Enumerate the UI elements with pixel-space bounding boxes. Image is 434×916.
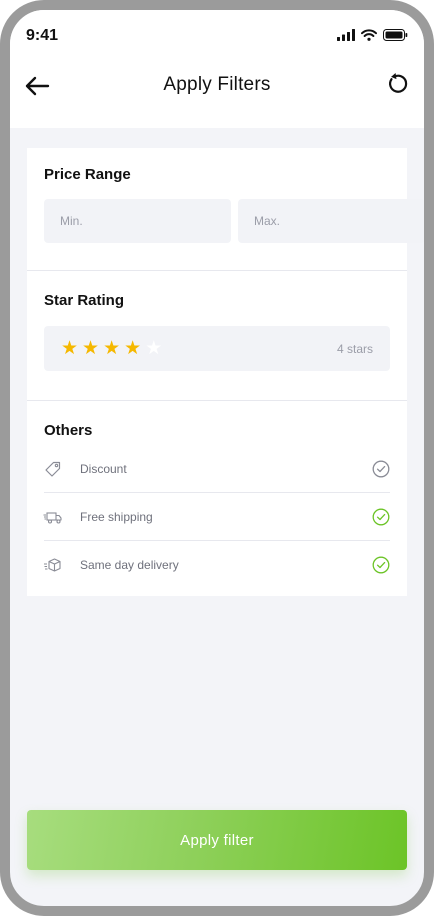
star-icon-1[interactable]: ★ bbox=[61, 339, 78, 358]
star-rating-section: Star Rating ★ ★ ★ ★ ★ 4 stars bbox=[27, 270, 407, 400]
star-icon-2[interactable]: ★ bbox=[82, 339, 99, 358]
star-rating-title: Star Rating bbox=[44, 292, 125, 309]
others-title: Others bbox=[44, 422, 93, 439]
status-icons bbox=[337, 29, 408, 41]
check-circle-icon[interactable] bbox=[372, 508, 390, 526]
check-circle-icon[interactable] bbox=[372, 556, 390, 574]
star-icon-3[interactable]: ★ bbox=[103, 339, 120, 358]
star-icon-5[interactable]: ★ bbox=[145, 339, 162, 358]
price-inputs bbox=[44, 199, 424, 243]
option-same-day-delivery[interactable]: Same day delivery bbox=[44, 541, 390, 588]
others-section: Others Discount Free shipping Same day d… bbox=[27, 400, 407, 596]
box-icon bbox=[44, 557, 61, 572]
reset-button[interactable] bbox=[384, 72, 408, 96]
star-list: ★ ★ ★ ★ ★ bbox=[61, 339, 162, 358]
wifi-icon bbox=[361, 29, 377, 41]
truck-icon bbox=[43, 511, 62, 524]
tag-icon bbox=[45, 461, 61, 477]
option-label: Free shipping bbox=[80, 509, 153, 524]
option-discount[interactable]: Discount bbox=[44, 445, 390, 493]
signal-icon bbox=[337, 29, 355, 41]
option-free-shipping[interactable]: Free shipping bbox=[43, 493, 390, 541]
battery-icon bbox=[383, 29, 408, 41]
apply-filter-button[interactable]: Apply filter bbox=[27, 810, 407, 870]
others-options: Discount Free shipping Same day delivery bbox=[43, 445, 390, 588]
status-time: 9:41 bbox=[26, 27, 59, 44]
star-icon-4[interactable]: ★ bbox=[124, 339, 141, 358]
rating-label: 4 stars bbox=[336, 341, 373, 356]
star-rating-control: ★ ★ ★ ★ ★ 4 stars bbox=[44, 326, 390, 371]
price-range-title: Price Range bbox=[44, 166, 131, 183]
price-range-section: Price Range bbox=[27, 148, 424, 270]
option-label: Same day delivery bbox=[80, 557, 179, 572]
max-price-input[interactable] bbox=[238, 199, 424, 243]
page-title: Apply Filters bbox=[163, 74, 271, 95]
top-bar: 9:41 Apply Filters bbox=[10, 10, 424, 128]
refresh-icon bbox=[389, 73, 408, 93]
check-circle-icon[interactable] bbox=[372, 460, 390, 478]
min-price-input[interactable] bbox=[44, 199, 231, 243]
filter-card: Price Range Star Rating ★ ★ ★ ★ ★ 4 star… bbox=[27, 148, 424, 596]
option-label: Discount bbox=[80, 461, 127, 476]
phone-frame: 9:41 Apply Filters Price Range Min. Max.… bbox=[0, 0, 434, 916]
